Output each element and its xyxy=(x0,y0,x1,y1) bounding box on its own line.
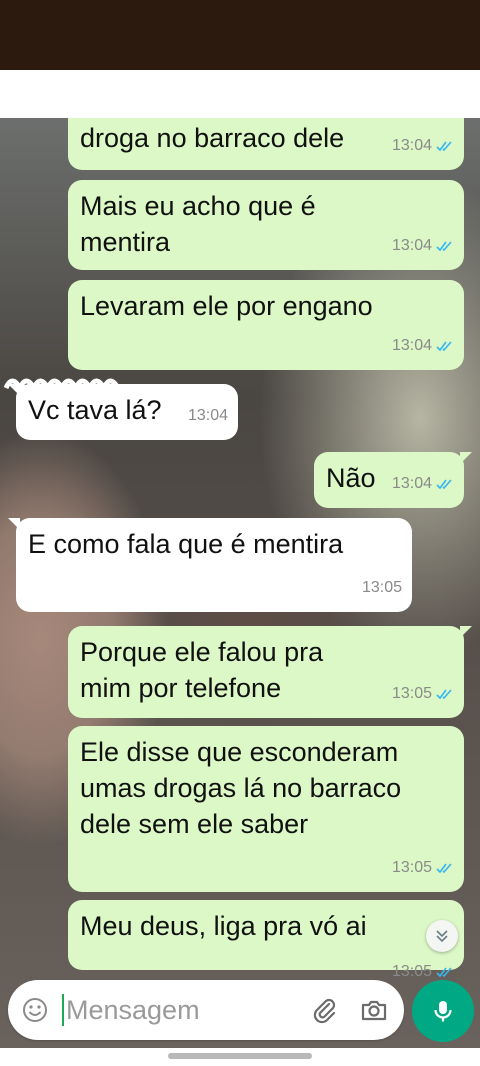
message-composer[interactable]: Mensagem xyxy=(8,980,404,1040)
message-time: 13:05 xyxy=(391,685,432,702)
status-bar xyxy=(0,0,480,70)
home-gesture-indicator[interactable] xyxy=(168,1053,312,1059)
message-meta: 13:04 xyxy=(392,128,454,164)
message-meta: 13:05 xyxy=(392,850,454,886)
double-check-icon xyxy=(436,479,452,490)
message-meta: 13:04 xyxy=(392,466,454,502)
text-cursor xyxy=(62,994,64,1026)
message-bubble-incoming[interactable]: Vc tava lá? 13:04 xyxy=(16,384,238,440)
message-meta: 13:04 xyxy=(392,328,454,364)
paperclip-icon[interactable] xyxy=(310,996,338,1024)
double-check-icon xyxy=(436,967,452,978)
message-time: 13:04 xyxy=(391,137,432,154)
double-check-icon xyxy=(436,341,452,352)
message-text: Meu deus, liga pra vó ai xyxy=(80,911,367,941)
camera-icon[interactable] xyxy=(360,996,388,1024)
chat-area[interactable]: droga no barraco dele 13:04 Mais eu acho… xyxy=(0,118,480,1048)
message-time: 13:05 xyxy=(361,579,402,596)
message-text: E como fala que é mentira xyxy=(28,529,344,559)
message-text: Levaram ele por engano xyxy=(80,291,373,321)
message-time: 13:04 xyxy=(187,407,228,424)
double-check-icon xyxy=(436,241,452,252)
message-meta: 13:05 xyxy=(362,570,402,606)
message-time: 13:04 xyxy=(391,475,432,492)
message-meta: 13:04 xyxy=(188,398,228,434)
message-bubble-outgoing[interactable]: Porque ele falou pra mim por telefone 13… xyxy=(68,626,464,718)
chat-header-area xyxy=(0,70,480,118)
message-bubble-outgoing[interactable]: droga no barraco dele 13:04 xyxy=(68,118,464,170)
double-check-icon xyxy=(436,141,452,152)
message-text: Ele disse que esconderam umas drogas lá … xyxy=(80,737,402,839)
message-time: 13:05 xyxy=(391,859,432,876)
message-input[interactable]: Mensagem xyxy=(66,994,200,1026)
message-time: 13:04 xyxy=(391,337,432,354)
message-bubble-outgoing[interactable]: Não 13:04 xyxy=(314,452,464,508)
emoji-icon[interactable] xyxy=(22,997,48,1023)
message-bubble-outgoing[interactable]: Levaram ele por engano 13:04 xyxy=(68,280,464,370)
message-bubble-outgoing[interactable]: Mais eu acho que é mentira 13:04 xyxy=(68,180,464,270)
message-meta: 13:04 xyxy=(392,228,454,264)
message-bubble-incoming[interactable]: E como fala que é mentira 13:05 xyxy=(16,518,412,612)
double-check-icon xyxy=(436,863,452,874)
message-bubble-outgoing[interactable]: Ele disse que esconderam umas drogas lá … xyxy=(68,726,464,892)
scroll-to-bottom-button[interactable] xyxy=(426,920,458,952)
message-text: Mais eu acho que é mentira xyxy=(80,191,316,257)
message-time: 13:04 xyxy=(391,237,432,254)
microphone-icon xyxy=(434,1001,452,1022)
double-check-icon xyxy=(436,689,452,700)
chevron-double-down-icon xyxy=(436,930,448,943)
message-text: Porque ele falou pra mim por telefone xyxy=(80,637,324,703)
message-meta: 13:05 xyxy=(392,676,454,712)
message-bubble-outgoing[interactable]: Meu deus, liga pra vó ai 13:05 xyxy=(68,900,464,980)
mic-button[interactable] xyxy=(412,980,474,1042)
